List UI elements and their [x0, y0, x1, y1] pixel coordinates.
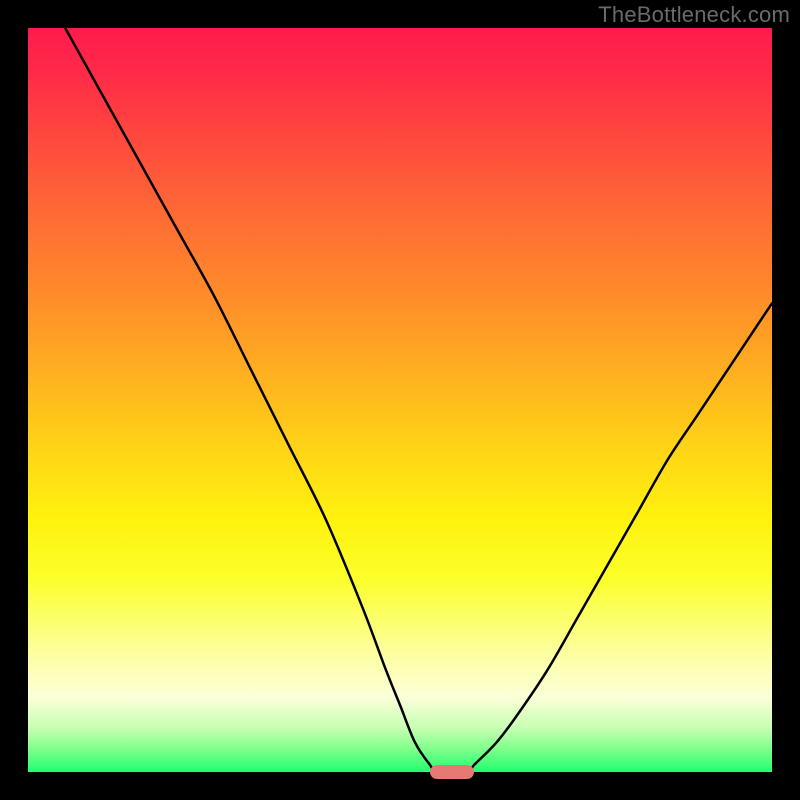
curve-layer: [28, 28, 772, 772]
plot-frame: [28, 28, 772, 772]
optimal-marker: [430, 765, 475, 780]
watermark-text: TheBottleneck.com: [598, 2, 790, 28]
bottleneck-curve: [65, 28, 772, 772]
